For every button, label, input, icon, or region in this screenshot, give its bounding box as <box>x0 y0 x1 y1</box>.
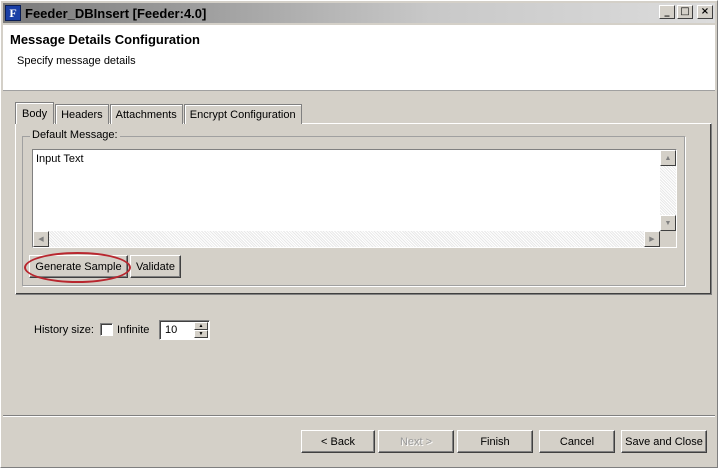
tab-encrypt-configuration[interactable]: Encrypt Configuration <box>183 104 302 124</box>
back-button[interactable]: < Back <box>301 430 375 453</box>
scroll-down-icon[interactable]: ▼ <box>660 215 676 231</box>
history-size-value[interactable]: 10 <box>165 324 177 336</box>
textarea-content[interactable]: Input Text <box>34 151 659 230</box>
tab-attachments[interactable]: Attachments <box>109 104 183 124</box>
vertical-scrollbar[interactable]: ▲ ▼ <box>660 150 676 231</box>
header-banner: Message Details Configuration Specify me… <box>3 25 715 91</box>
tab-headers[interactable]: Headers <box>55 104 109 124</box>
title-bar[interactable]: F Feeder_DBInsert [Feeder:4.0] _ □ × <box>3 3 715 23</box>
footer-separator <box>3 415 715 417</box>
close-button[interactable]: × <box>697 5 713 19</box>
page-subtitle: Specify message details <box>17 55 136 67</box>
cancel-button[interactable]: Cancel <box>539 430 615 453</box>
infinite-label: Infinite <box>117 324 150 336</box>
tab-strip: Body Headers Attachments Encrypt Configu… <box>15 102 303 124</box>
scroll-right-icon[interactable]: ▶ <box>644 231 660 247</box>
history-size-spinner[interactable]: 10 ▲ ▼ <box>159 320 210 340</box>
save-and-close-button[interactable]: Save and Close <box>621 430 707 453</box>
scroll-left-icon[interactable]: ◀ <box>33 231 49 247</box>
finish-button[interactable]: Finish <box>457 430 533 453</box>
minimize-button[interactable]: _ <box>659 5 675 19</box>
page-title: Message Details Configuration <box>10 32 200 47</box>
app-icon: F <box>5 5 21 21</box>
scrollbar-corner <box>660 231 676 247</box>
window-controls: _ □ × <box>659 5 713 19</box>
horizontal-scrollbar[interactable]: ◀ ▶ <box>33 231 660 247</box>
maximize-button[interactable]: □ <box>677 5 693 19</box>
validate-button[interactable]: Validate <box>130 255 181 278</box>
default-message-label: Default Message: <box>30 129 120 141</box>
tab-body[interactable]: Body <box>15 102 55 124</box>
spin-up-icon[interactable]: ▲ <box>194 322 208 330</box>
spin-down-icon[interactable]: ▼ <box>194 330 208 338</box>
scroll-up-icon[interactable]: ▲ <box>660 150 676 166</box>
generate-sample-button[interactable]: Generate Sample <box>29 255 128 278</box>
history-size-label: History size: <box>34 324 94 336</box>
window-title: Feeder_DBInsert [Feeder:4.0] <box>25 5 207 21</box>
dialog-window: F Feeder_DBInsert [Feeder:4.0] _ □ × Mes… <box>0 0 718 468</box>
infinite-checkbox[interactable] <box>100 323 113 336</box>
next-button[interactable]: Next > <box>378 430 454 453</box>
default-message-textarea[interactable]: Input Text ▲ ▼ ◀ ▶ <box>32 149 677 248</box>
